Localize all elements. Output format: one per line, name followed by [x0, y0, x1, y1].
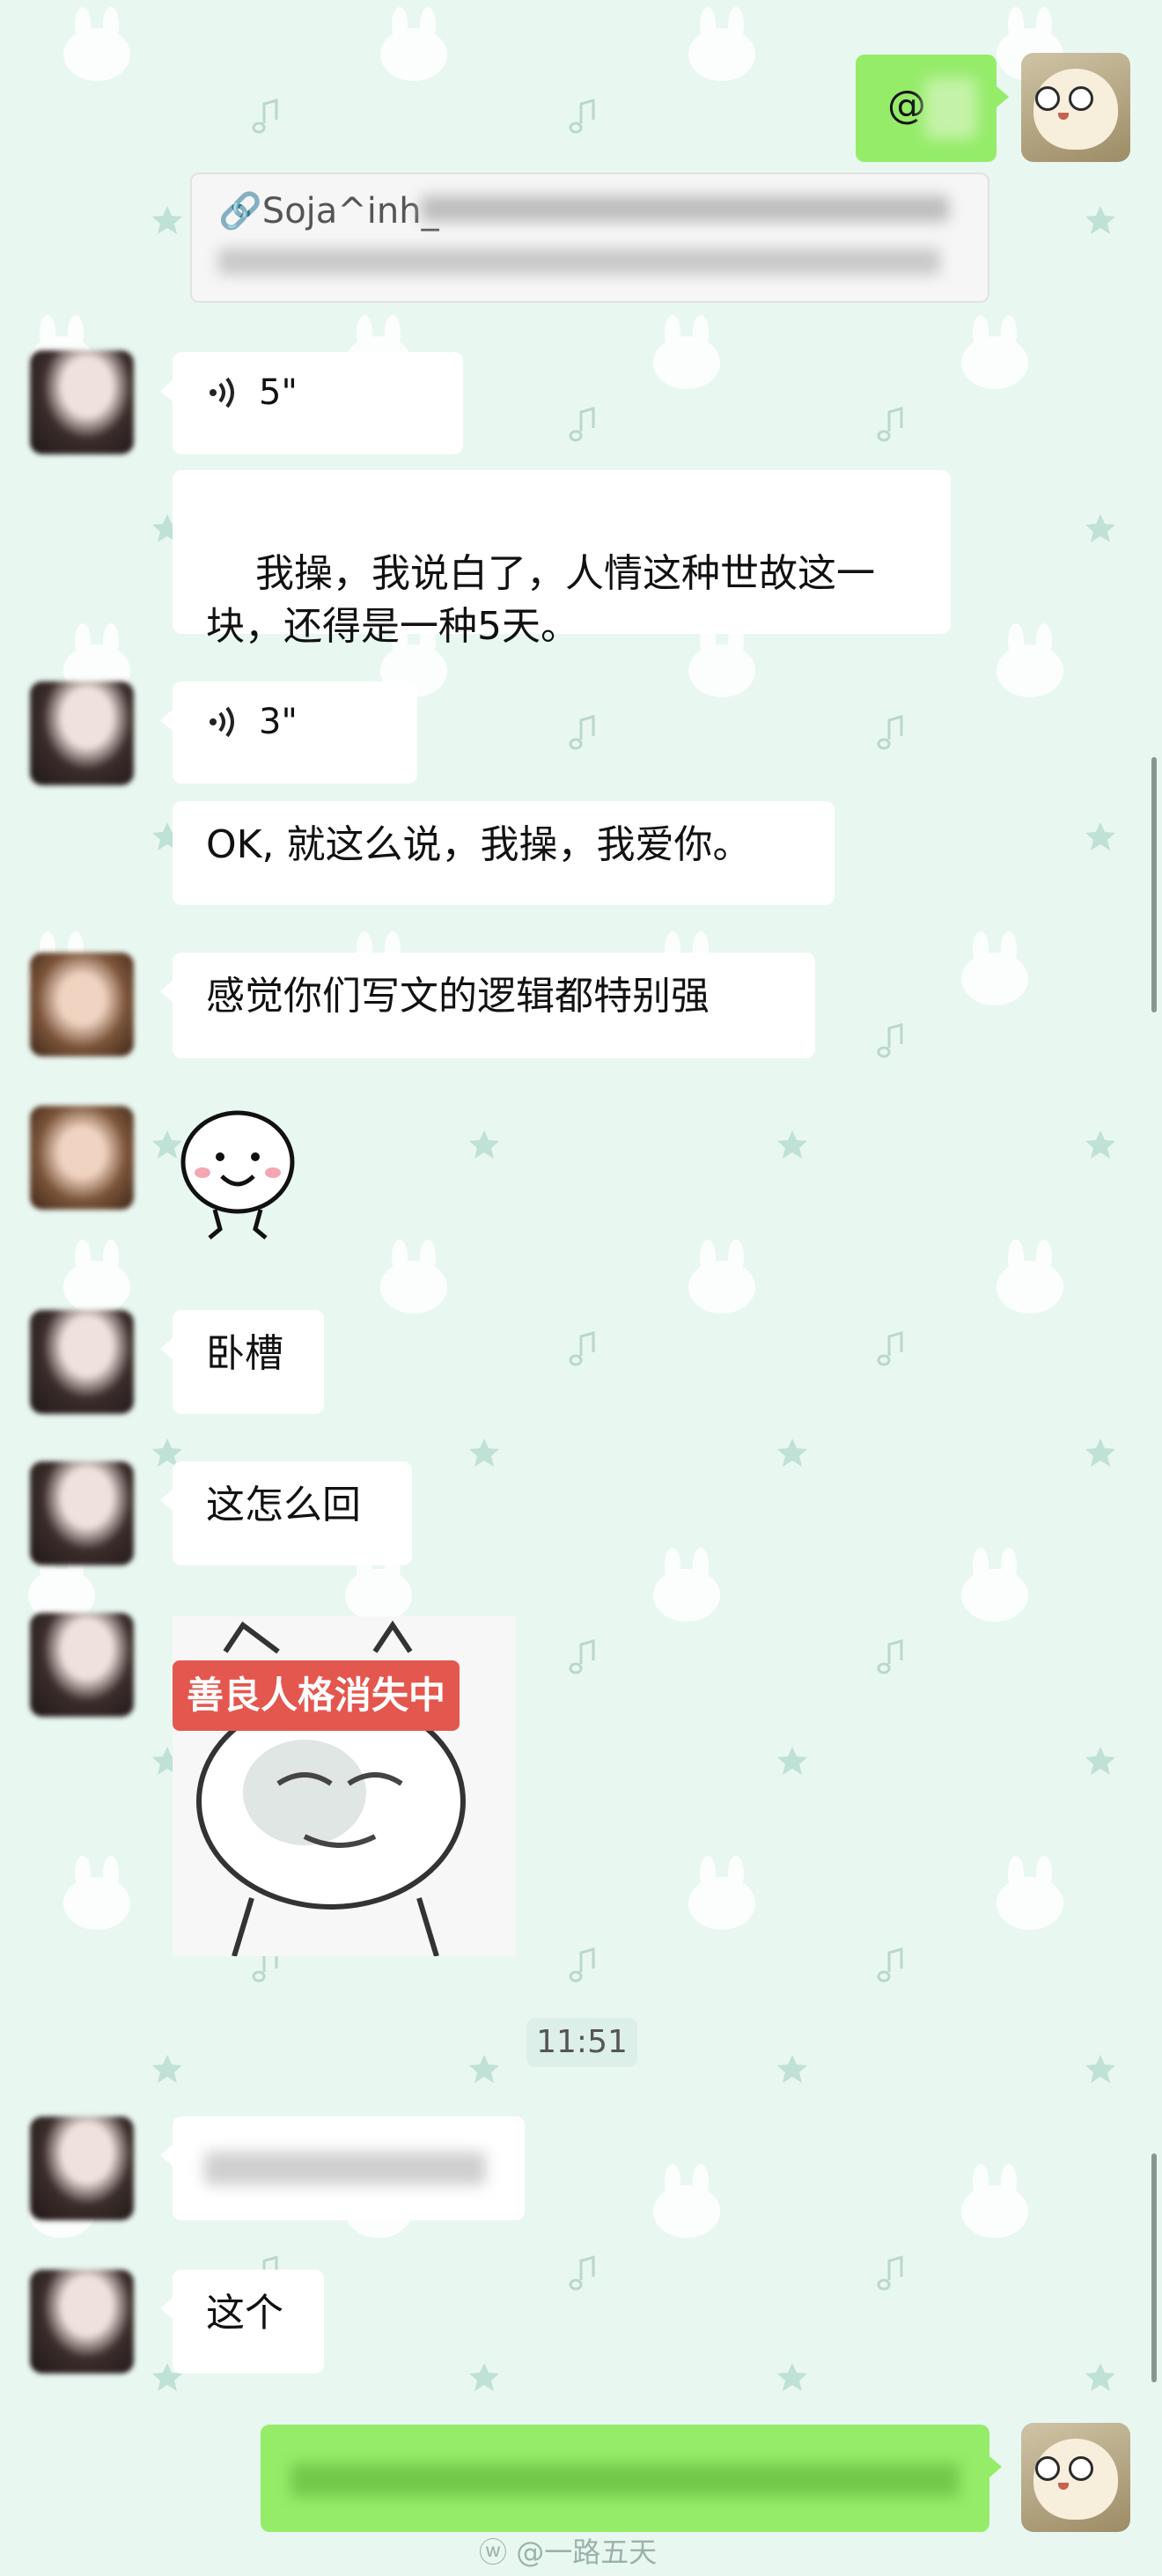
message-text: 我操，我说白了，人情这种世故这一 块，还得是一种5天。: [206, 551, 875, 649]
blurred-message-text: [204, 2152, 486, 2185]
message-text: 卧槽: [206, 1331, 283, 1376]
watermark: ⓦ @一路五天: [479, 2530, 657, 2571]
text-message[interactable]: 这怎么回: [160, 1461, 412, 1565]
message-text: 感觉你们写文的逻辑都特别强: [206, 974, 710, 1019]
link-card-blurred-text-2: [218, 248, 940, 275]
message-text: 这怎么回: [206, 1483, 361, 1527]
my-avatar[interactable]: [1021, 2423, 1130, 2532]
link-card-blurred-text: [421, 195, 949, 222]
sender-avatar[interactable]: [30, 1461, 134, 1565]
voice-icon: [210, 706, 234, 738]
voice-message[interactable]: 3": [160, 681, 417, 784]
voice-message[interactable]: 5": [160, 352, 463, 454]
chat-area[interactable]: @ 🔗Soja^inh_ 5" 我操，我说白了，人情这种世故这一 块，还得是一种…: [0, 0, 1162, 2576]
mention-text: @: [887, 83, 926, 128]
sender-avatar[interactable]: [30, 1106, 134, 1210]
smiley-sticker[interactable]: [176, 1106, 299, 1247]
sender-avatar[interactable]: [30, 2116, 134, 2220]
mention-name-blurred: [924, 77, 977, 139]
sender-avatar[interactable]: [30, 681, 134, 785]
text-message[interactable]: 卧槽: [160, 1310, 324, 1414]
text-message[interactable]: 感觉你们写文的逻辑都特别强: [160, 953, 815, 1058]
voice-icon: [210, 377, 234, 408]
my-avatar[interactable]: [1021, 53, 1130, 162]
text-message[interactable]: 这个: [160, 2270, 324, 2374]
sender-avatar[interactable]: [30, 1613, 134, 1717]
text-message[interactable]: 我操，我说白了，人情这种世故这一 块，还得是一种5天。: [173, 470, 951, 649]
sender-avatar[interactable]: [30, 2270, 134, 2374]
message-text: 这个: [206, 2291, 283, 2336]
quoted-link-card[interactable]: 🔗Soja^inh_: [190, 173, 989, 303]
blurred-text-message[interactable]: [160, 2116, 525, 2220]
scrollbar-upper[interactable]: [1151, 757, 1157, 1012]
outgoing-message-mention[interactable]: @: [856, 55, 1009, 162]
sender-avatar[interactable]: [30, 953, 134, 1056]
voice-duration: 5": [259, 372, 298, 413]
timestamp-divider: 11:51: [526, 2018, 637, 2067]
voice-duration: 3": [259, 702, 298, 742]
blurred-outgoing-text: [290, 2463, 960, 2497]
scrollbar-lower[interactable]: [1151, 2153, 1157, 2382]
weibo-icon: ⓦ: [479, 2536, 508, 2569]
text-message[interactable]: OK, 就这么说，我操，我爱你。: [173, 801, 835, 905]
watermark-text: @一路五天: [516, 2536, 658, 2569]
sticker-caption: 善良人格消失中: [173, 1660, 460, 1731]
sender-avatar[interactable]: [30, 1310, 134, 1414]
outgoing-blurred-message[interactable]: [261, 2425, 1002, 2532]
sender-avatar[interactable]: [30, 350, 134, 454]
message-text: OK, 就这么说，我操，我爱你。: [206, 822, 752, 867]
link-card-title: 🔗Soja^inh_: [218, 191, 439, 232]
meme-sticker[interactable]: 善良人格消失中: [173, 1616, 516, 1956]
